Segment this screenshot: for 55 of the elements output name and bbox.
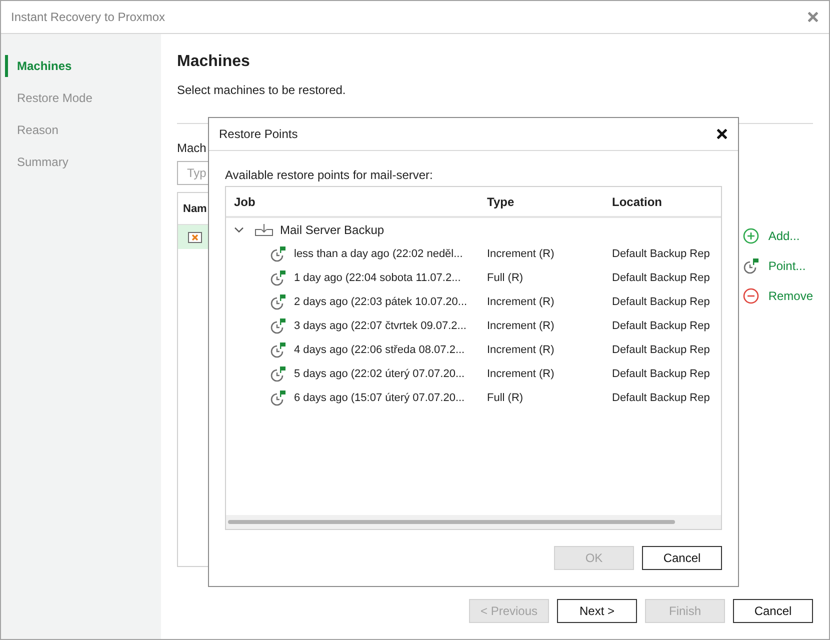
backup-type: Increment (R)	[487, 368, 554, 380]
clock-flag-icon	[270, 390, 286, 406]
backup-type: Increment (R)	[487, 296, 554, 308]
page-description: Select machines to be restored.	[177, 82, 347, 98]
horizontal-scrollbar[interactable]	[226, 515, 721, 529]
action-link[interactable]: Remove	[768, 289, 813, 303]
repository-location: Default Backup Rep	[612, 368, 710, 380]
repository-location: Default Backup Rep	[612, 392, 710, 404]
backup-type: Increment (R)	[487, 248, 554, 260]
repository-location: Default Backup Rep	[612, 248, 710, 260]
repository-location: Default Backup Rep	[612, 320, 710, 332]
repository-location: Default Backup Rep	[612, 272, 710, 284]
repository-location: Default Backup Rep	[612, 296, 710, 308]
chevron-down-icon[interactable]	[234, 227, 244, 233]
backup-type: Full (R)	[487, 272, 524, 284]
machine-icon	[188, 232, 202, 242]
plus-circle-icon[interactable]	[743, 228, 760, 244]
dialog-title: Restore Points	[219, 127, 298, 141]
cancel-button[interactable]: Cancel	[642, 546, 722, 570]
restore-point-time[interactable]: 1 day ago (22:04 sobota 11.07.2...	[294, 272, 461, 284]
window-title: Instant Recovery to Proxmox	[11, 10, 166, 24]
clock-flag-icon	[270, 246, 286, 262]
action-link[interactable]: Point...	[768, 259, 806, 273]
wizard-step[interactable]: Machines	[5, 55, 161, 77]
cancel-button[interactable]: Cancel	[733, 599, 813, 623]
minus-circle-icon[interactable]	[743, 288, 760, 304]
action-link[interactable]: Add...	[768, 229, 800, 243]
restore-point-time[interactable]: 5 days ago (22:02 úterý 07.07.20...	[294, 368, 465, 380]
job-name[interactable]: Mail Server Backup	[280, 223, 384, 237]
column-header[interactable]: Job	[234, 194, 256, 208]
backup-type: Increment (R)	[487, 320, 554, 332]
column-header[interactable]: Nam	[183, 202, 207, 214]
restore-point-time[interactable]: 4 days ago (22:06 středa 08.07.2...	[294, 344, 465, 356]
close-icon[interactable]	[717, 129, 727, 139]
clock-flag-icon[interactable]	[743, 258, 760, 274]
backup-type: Full (R)	[487, 392, 524, 404]
clock-flag-icon	[270, 318, 286, 334]
page-heading: Machines	[177, 52, 251, 72]
clock-flag-icon	[270, 366, 286, 382]
clock-flag-icon	[270, 342, 286, 358]
dialog-prompt: Available restore points for mail-server:	[225, 168, 433, 182]
field-label: Mach	[177, 141, 206, 155]
backup-type: Increment (R)	[487, 344, 554, 356]
clock-flag-icon	[270, 270, 286, 286]
tray-arrow-icon	[255, 224, 273, 236]
restore-point-time[interactable]: 3 days ago (22:07 čtvrtek 09.07.2...	[294, 320, 466, 332]
column-header[interactable]: Type	[487, 194, 514, 208]
repository-location: Default Backup Rep	[612, 344, 710, 356]
restore-point-time[interactable]: less than a day ago (22:02 neděl...	[294, 248, 463, 260]
scrollbar-thumb[interactable]	[228, 520, 675, 524]
column-header[interactable]: Location	[612, 194, 662, 208]
restore-point-time[interactable]: 2 days ago (22:03 pátek 10.07.20...	[294, 296, 468, 308]
restore-point-time[interactable]: 6 days ago (15:07 úterý 07.07.20...	[294, 392, 465, 404]
next-button[interactable]: Next >	[557, 599, 637, 623]
clock-flag-icon	[270, 294, 286, 310]
